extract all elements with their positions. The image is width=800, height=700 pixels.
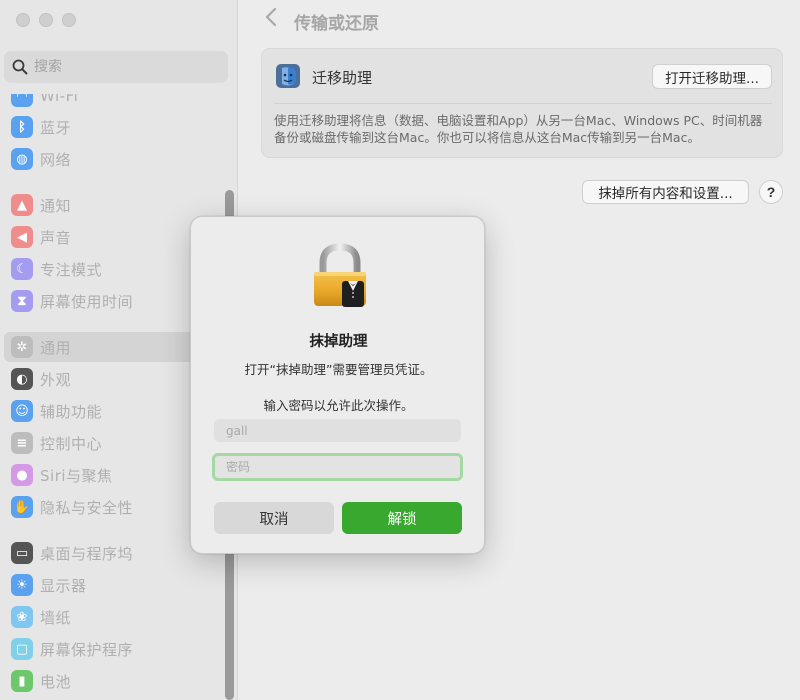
sidebar-item[interactable]: ❀ 墙纸 bbox=[4, 602, 228, 632]
sidebar-item[interactable]: ▮ 电池 bbox=[4, 666, 228, 696]
sun-icon: ☀ bbox=[11, 574, 33, 596]
screensaver-icon: ▢ bbox=[11, 638, 33, 660]
speaker-icon: ◀ bbox=[11, 226, 33, 248]
sidebar-item-label: 屏幕保护程序 bbox=[40, 640, 134, 659]
sidebar-item-label: 辅助功能 bbox=[40, 402, 103, 421]
chevron-left-icon bbox=[265, 7, 277, 33]
migration-assistant-icon bbox=[274, 62, 302, 90]
hand-icon: ✋ bbox=[11, 496, 33, 518]
erase-all-content-button[interactable]: 抹掉所有内容和设置... bbox=[582, 180, 749, 204]
search-input[interactable] bbox=[34, 59, 204, 75]
sidebar-item-label: 墙纸 bbox=[40, 608, 72, 627]
hourglass-icon: ⧗ bbox=[11, 290, 33, 312]
sidebar-item[interactable]: ▢ 屏幕保护程序 bbox=[4, 634, 228, 664]
sidebar-item-label: Siri与聚焦 bbox=[40, 466, 113, 485]
sidebar-item-label: 隐私与安全性 bbox=[40, 498, 134, 517]
siri-icon: ● bbox=[11, 464, 33, 486]
wifi-icon: ◠ bbox=[11, 94, 33, 107]
open-migration-assistant-button[interactable]: 打开迁移助理... bbox=[652, 64, 772, 89]
unlock-button[interactable]: 解锁 bbox=[342, 502, 462, 534]
flower-icon: ❀ bbox=[11, 606, 33, 628]
migration-assistant-title: 迁移助理 bbox=[312, 69, 373, 87]
authentication-dialog: 抹掉助理 打开“抹掉助理”需要管理员凭证。 输入密码以允许此次操作。 取消 解锁 bbox=[190, 216, 485, 554]
sidebar-item[interactable]: ◍ 网络 bbox=[4, 144, 228, 174]
sidebar-item[interactable]: ◠ Wi-Fi bbox=[4, 94, 228, 111]
help-button[interactable]: ? bbox=[759, 180, 783, 204]
appearance-icon: ◐ bbox=[11, 368, 33, 390]
minimize-window-button[interactable] bbox=[39, 13, 53, 27]
search-icon bbox=[12, 59, 28, 75]
migration-assistant-card: 迁移助理 打开迁移助理... 使用迁移助理将信息（数据、电脑设置和App）从另一… bbox=[261, 48, 783, 158]
battery-icon: ▮ bbox=[11, 670, 33, 692]
sidebar-item-label: 外观 bbox=[40, 370, 72, 389]
sidebar-item-label: 通知 bbox=[40, 196, 72, 215]
page-title: 传输或还原 bbox=[294, 14, 379, 34]
back-button[interactable] bbox=[261, 7, 281, 33]
sidebar-item-label: 通用 bbox=[40, 338, 72, 357]
dialog-title: 抹掉助理 bbox=[309, 334, 368, 350]
bell-icon: ▲ bbox=[11, 194, 33, 216]
sidebar-item[interactable]: ▲ 通知 bbox=[4, 190, 228, 220]
divider bbox=[274, 103, 772, 104]
sidebar-item-label: 专注模式 bbox=[40, 260, 103, 279]
sidebar-item-label: Wi-Fi bbox=[40, 94, 79, 105]
sidebar-item-label: 蓝牙 bbox=[40, 118, 72, 137]
sidebar-item-label: 屏幕使用时间 bbox=[40, 292, 134, 311]
sidebar-item-label: 桌面与程序坞 bbox=[40, 544, 134, 563]
zoom-window-button[interactable] bbox=[62, 13, 76, 27]
search-box[interactable] bbox=[4, 51, 228, 83]
sidebar-item[interactable]: ☀ 显示器 bbox=[4, 570, 228, 600]
sidebar-item-label: 显示器 bbox=[40, 576, 87, 595]
dialog-prompt: 输入密码以允许此次操作。 bbox=[263, 398, 414, 413]
cancel-button[interactable]: 取消 bbox=[214, 502, 334, 534]
moon-icon: ☾ bbox=[11, 258, 33, 280]
system-settings-window: ◠ Wi-Fi ᛒ 蓝牙 ◍ 网络 ▲ 通知 ◀ 声音 ☾ 专注模式 ⧗ 屏幕使用时间 ✲ 通用 ◐ 外观 ☺ 辅助功… bbox=[0, 0, 800, 700]
sidebar-item-label: 网络 bbox=[40, 150, 72, 169]
sidebar-item-label: 声音 bbox=[40, 228, 72, 247]
control-center-icon: ≡ bbox=[11, 432, 33, 454]
close-window-button[interactable] bbox=[16, 13, 30, 27]
bluetooth-icon: ᛒ bbox=[11, 116, 33, 138]
dock-icon: ▭ bbox=[11, 542, 33, 564]
sidebar-item-label: 电池 bbox=[40, 672, 72, 691]
globe-icon: ◍ bbox=[11, 148, 33, 170]
password-field[interactable] bbox=[212, 453, 463, 481]
accessibility-icon: ☺ bbox=[11, 400, 33, 422]
dialog-message: 打开“抹掉助理”需要管理员凭证。 bbox=[244, 362, 433, 377]
sidebar-item[interactable]: ᛒ 蓝牙 bbox=[4, 112, 228, 142]
sidebar-item-label: 控制中心 bbox=[40, 434, 103, 453]
username-field[interactable] bbox=[214, 419, 461, 442]
lock-icon bbox=[310, 243, 370, 309]
migration-assistant-description: 使用迁移助理将信息（数据、电脑设置和App）从另一台Mac、Windows PC… bbox=[274, 113, 763, 145]
gear-icon: ✲ bbox=[11, 336, 33, 358]
